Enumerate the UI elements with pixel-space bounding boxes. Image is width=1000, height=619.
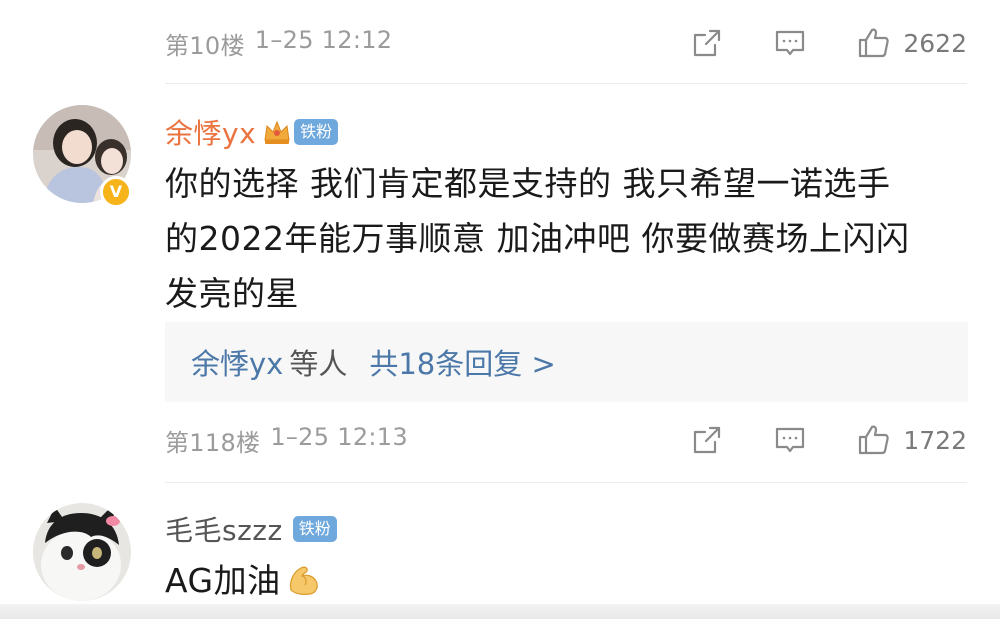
like-count: 2622 — [903, 28, 967, 58]
crown-icon — [262, 118, 292, 146]
username[interactable]: 毛毛szzz — [165, 509, 283, 549]
comment-icon[interactable] — [773, 26, 807, 60]
username-row: 余悸yx 铁粉 — [165, 112, 339, 152]
flexed-biceps-icon — [285, 560, 323, 598]
reply-suffix: 等人 — [289, 347, 348, 381]
username[interactable]: 余悸yx — [165, 112, 256, 152]
view-replies-link[interactable]: 共18条回复 > — [369, 341, 555, 383]
comment-meta: 第10楼 1–25 12:12 — [165, 26, 690, 61]
like-button[interactable]: 2622 — [857, 26, 967, 60]
like-button[interactable]: 1722 — [857, 423, 967, 457]
fan-badge: 铁粉 — [292, 516, 337, 542]
floor-label: 第10楼 — [165, 31, 245, 60]
thumbs-up-icon[interactable] — [857, 423, 891, 457]
replies-preview[interactable]: 余悸yx 等人 共18条回复 > — [165, 322, 968, 402]
comment-meta-row: 第10楼 1–25 12:12 2622 — [165, 23, 967, 63]
comment-meta-row: 第118楼 1–25 12:13 1722 — [165, 420, 967, 460]
comment-feed: 第10楼 1–25 12:12 2622 V 余悸yx 铁粉 你的选择 我们肯定… — [0, 0, 1000, 619]
comment-line: AG加油 — [165, 561, 281, 600]
comment-icon[interactable] — [773, 423, 807, 457]
username-row: 毛毛szzz 铁粉 — [165, 509, 337, 549]
comment-line: 的2022年能万事顺意 加油冲吧 你要做赛场上闪闪 — [165, 219, 910, 258]
divider — [165, 83, 967, 84]
floor-label: 第118楼 — [165, 428, 261, 457]
comment-meta: 第118楼 1–25 12:13 — [165, 423, 690, 458]
like-count: 1722 — [903, 425, 967, 455]
share-icon[interactable] — [690, 423, 724, 457]
share-icon[interactable] — [690, 26, 724, 60]
divider — [165, 482, 967, 483]
timestamp: 1–25 12:12 — [254, 25, 393, 54]
comment-text: AG加油 — [165, 553, 975, 608]
comment-actions: 1722 — [690, 423, 967, 457]
avatar[interactable] — [33, 503, 131, 601]
reply-users[interactable]: 余悸yx — [191, 341, 283, 383]
fan-badge: 铁粉 — [294, 119, 339, 145]
timestamp: 1–25 12:13 — [270, 422, 408, 451]
comment-line: 发亮的星 — [165, 274, 299, 313]
comment-actions: 2622 — [690, 26, 967, 60]
bottom-edge — [0, 604, 1000, 619]
verified-badge: V — [100, 176, 132, 208]
comment-text: 你的选择 我们肯定都是支持的 我只希望一诺选手 的2022年能万事顺意 加油冲吧… — [165, 156, 975, 321]
thumbs-up-icon[interactable] — [857, 26, 891, 60]
comment-line: 你的选择 我们肯定都是支持的 我只希望一诺选手 — [165, 164, 891, 203]
